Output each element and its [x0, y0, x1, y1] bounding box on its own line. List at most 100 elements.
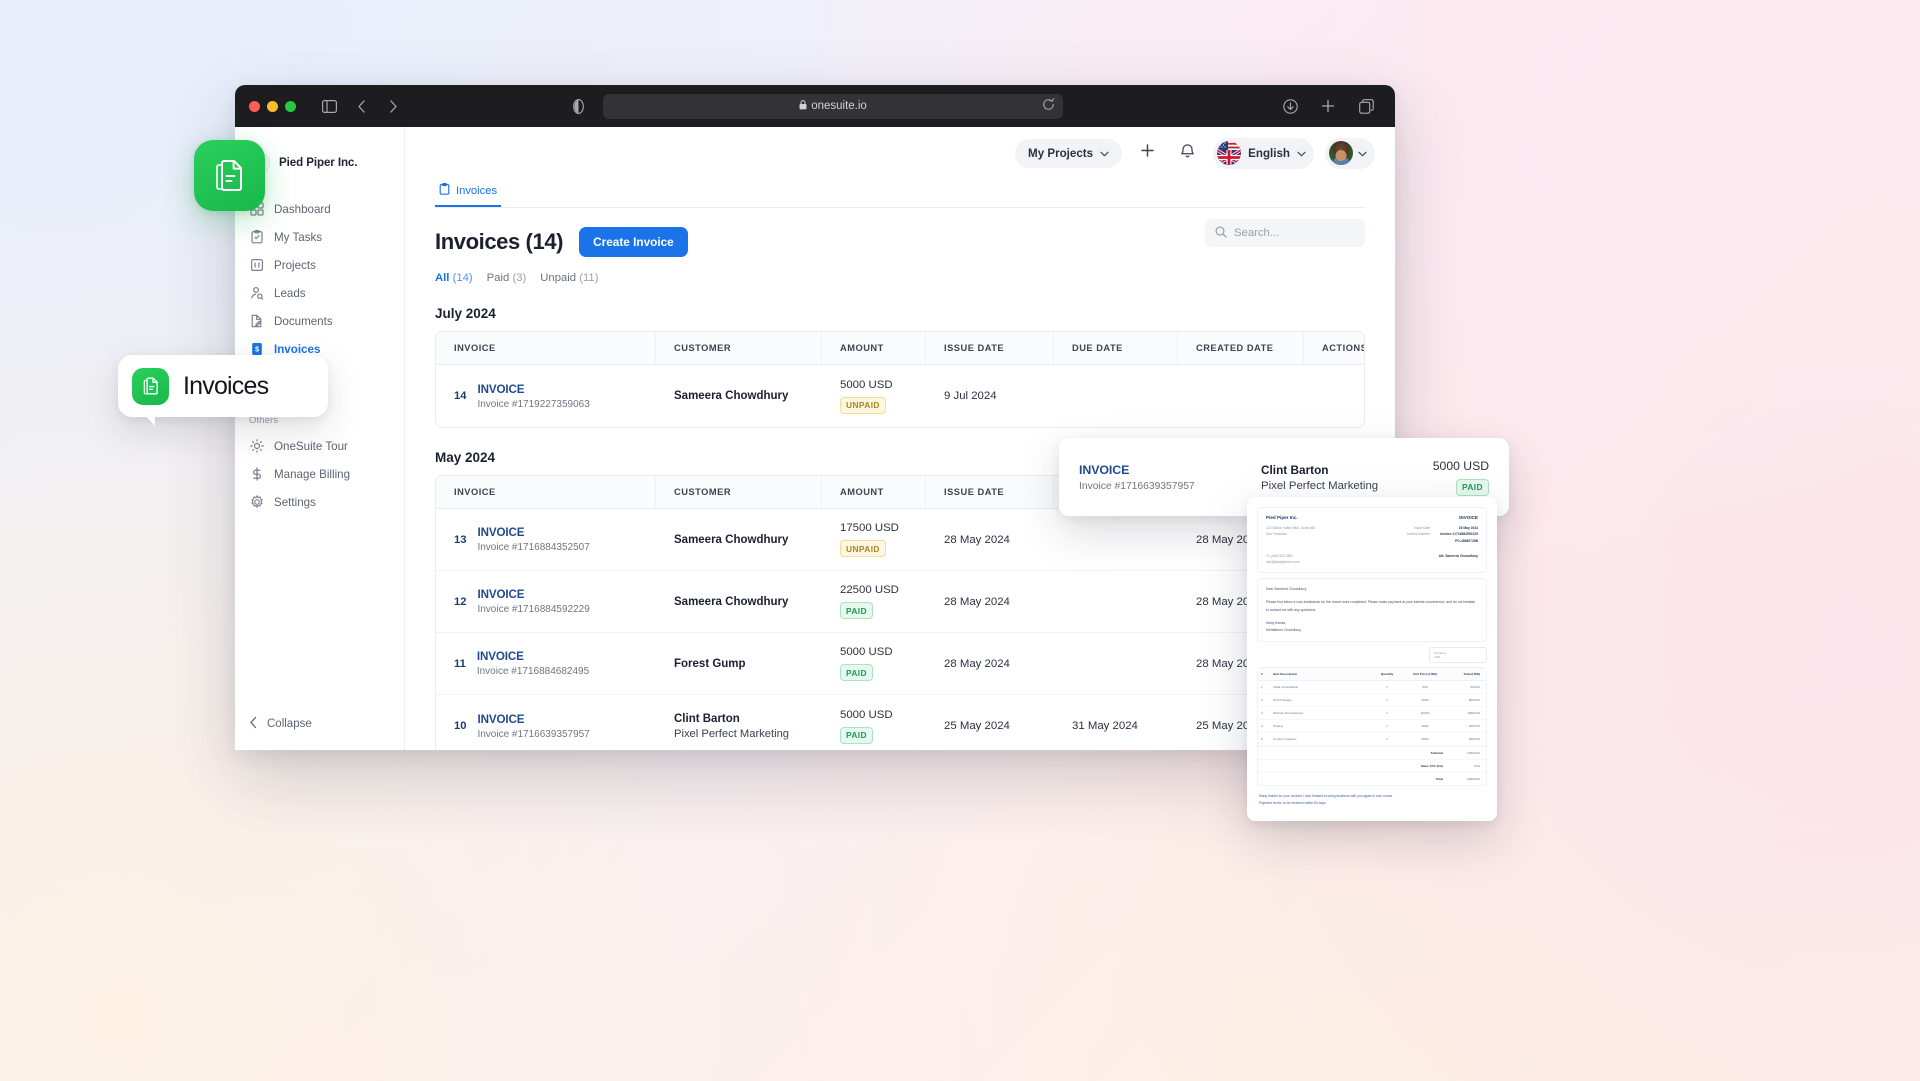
- group-title-july: July 2024: [435, 306, 496, 321]
- customer-company: Pixel Perfect Marketing: [674, 727, 790, 740]
- sidebar-item-onesuite-tour[interactable]: OneSuite Tour: [235, 432, 404, 460]
- sidebar-toggle-icon[interactable]: [318, 95, 340, 117]
- doc-address-line2: San Francisco: [1266, 532, 1288, 537]
- table-row[interactable]: 11 INVOICE Invoice #1716884682495 Forest…: [436, 633, 1364, 695]
- invoice-link[interactable]: INVOICE: [1079, 463, 1261, 477]
- minimize-window-button[interactable]: [267, 100, 278, 112]
- column-header-invoice[interactable]: INVOICE: [436, 476, 656, 508]
- issue-date: 28 May 2024: [944, 657, 1010, 670]
- plus-icon: [1140, 143, 1155, 163]
- search-input[interactable]: Search...: [1205, 219, 1365, 247]
- back-icon[interactable]: [350, 95, 372, 117]
- doc-total-row: Total 22500.00: [1258, 771, 1486, 785]
- privacy-shield-icon[interactable]: [567, 95, 589, 117]
- column-header-due-date[interactable]: DUE DATE: [1054, 332, 1178, 364]
- tab-overview-icon[interactable]: [1355, 95, 1377, 117]
- sidebar-item-leads[interactable]: Leads: [235, 279, 404, 307]
- sidebar-item-my-tasks[interactable]: My Tasks: [235, 223, 404, 251]
- invoice-id: Invoice #1716884592229: [477, 604, 590, 615]
- status-badge: PAID: [1456, 478, 1489, 496]
- invoice-link[interactable]: INVOICE: [477, 383, 589, 396]
- sidebar-item-label: Settings: [274, 495, 316, 509]
- table-row[interactable]: 12 INVOICE Invoice #1716884592229 Sameer…: [436, 571, 1364, 633]
- invoice-id: Invoice #1719227359063: [477, 398, 590, 410]
- doc-invoice-number-label: Invoice Number: [1406, 532, 1431, 537]
- new-tab-icon[interactable]: [1317, 95, 1339, 117]
- invoice-table-may: INVOICE CUSTOMER AMOUNT ISSUE DATE DUE D…: [435, 475, 1365, 750]
- invoice-id: Invoice #1716639357957: [477, 728, 590, 740]
- filter-paid[interactable]: Paid (3): [487, 272, 527, 284]
- doc-message-block: Dear Sameera Chowdhury, Please find belo…: [1257, 578, 1487, 642]
- invoice-link[interactable]: INVOICE: [477, 713, 589, 726]
- column-header-created-date[interactable]: CREATED DATE: [1178, 332, 1304, 364]
- invoice-id: Invoice #1716884352507: [477, 542, 590, 553]
- invoice-link[interactable]: INVOICE: [477, 588, 589, 601]
- forward-icon[interactable]: [382, 95, 404, 117]
- notifications-button[interactable]: [1173, 139, 1202, 168]
- doc-currency-select[interactable]: Currency USD: [1429, 646, 1487, 663]
- sidebar-item-settings[interactable]: Settings: [235, 488, 404, 516]
- invoice-document-preview[interactable]: Pied Piper Inc. 123 Silicon Valley Blvd,…: [1247, 497, 1497, 821]
- sidebar-item-manage-billing[interactable]: Manage Billing: [235, 460, 404, 488]
- filter-all[interactable]: All (14): [435, 272, 473, 284]
- bell-icon: [1180, 143, 1195, 164]
- column-header-issue-date[interactable]: ISSUE DATE: [926, 332, 1054, 364]
- column-header-customer[interactable]: CUSTOMER: [656, 476, 822, 508]
- filter-count: (11): [579, 272, 599, 284]
- add-button[interactable]: [1133, 139, 1162, 168]
- column-header-customer[interactable]: CUSTOMER: [656, 332, 822, 364]
- invoice-link[interactable]: INVOICE: [477, 650, 589, 663]
- table-row[interactable]: 13 INVOICE Invoice #1716884352507 Sameer…: [436, 509, 1364, 571]
- column-header-issue-date[interactable]: ISSUE DATE: [926, 476, 1054, 508]
- customer-name: Clint Barton: [1261, 462, 1329, 477]
- url-text: onesuite.io: [811, 100, 867, 112]
- tabstrip: Invoices: [435, 179, 1365, 208]
- window-traffic-lights[interactable]: [249, 100, 296, 112]
- customer-name: Clint Barton: [674, 712, 740, 725]
- doc-email: info@piedpiperinc.com: [1266, 560, 1300, 564]
- address-bar[interactable]: onesuite.io: [603, 93, 1063, 119]
- close-window-button[interactable]: [249, 100, 260, 112]
- svg-text:$: $: [254, 345, 258, 354]
- projects-icon: [249, 258, 264, 273]
- my-projects-label: My Projects: [1028, 146, 1094, 160]
- doc-tax-row: Sales TAX (0%) 0.00: [1258, 758, 1486, 772]
- filter-name: All: [435, 272, 450, 284]
- create-invoice-button[interactable]: Create Invoice: [579, 227, 688, 257]
- table-row[interactable]: 10 INVOICE Invoice #1716639357957 Clint …: [436, 695, 1364, 750]
- column-header-amount[interactable]: AMOUNT: [822, 476, 926, 508]
- user-menu[interactable]: [1325, 137, 1375, 169]
- sidebar-item-projects[interactable]: Projects: [235, 251, 404, 279]
- language-selector[interactable]: English: [1213, 137, 1314, 169]
- table-row[interactable]: 14 INVOICE Invoice #1719227359063 Sameer…: [436, 365, 1364, 427]
- sidebar-item-label: OneSuite Tour: [274, 439, 348, 453]
- filter-unpaid[interactable]: Unpaid (11): [540, 272, 598, 284]
- sidebar-item-label: Documents: [274, 314, 333, 328]
- doc-footer-line1: Many thanks for your custom! I look forw…: [1259, 793, 1394, 798]
- invoices-callout: Invoices: [118, 355, 328, 426]
- download-icon[interactable]: [1279, 95, 1301, 117]
- invoice-table-july: INVOICE CUSTOMER AMOUNT ISSUE DATE DUE D…: [435, 331, 1365, 428]
- documents-icon: [249, 314, 264, 329]
- topbar: My Projects English: [405, 127, 1395, 179]
- leads-icon: [249, 286, 264, 301]
- amount-value: 22500 USD: [840, 584, 899, 596]
- doc-col-unit-price: Unit Price (USD): [1413, 671, 1437, 676]
- org-name: Pied Piper Inc.: [279, 155, 358, 169]
- filter-name: Unpaid: [540, 272, 577, 284]
- invoice-link[interactable]: INVOICE: [477, 526, 589, 539]
- column-header-invoice[interactable]: INVOICE: [436, 332, 656, 364]
- tab-invoices[interactable]: Invoices: [435, 179, 502, 207]
- status-filters: All (14) Paid (3) Unpaid (11): [435, 272, 1365, 284]
- column-header-amount[interactable]: AMOUNT: [822, 332, 926, 364]
- dollar-icon: [249, 467, 264, 482]
- sidebar-item-label: My Tasks: [274, 230, 323, 244]
- sidebar-item-documents[interactable]: Documents: [235, 307, 404, 335]
- amount-value: 17500 USD: [840, 522, 899, 534]
- customer-name: Sameera Chowdhury: [674, 595, 789, 608]
- maximize-window-button[interactable]: [285, 100, 296, 112]
- invoice-number: 14: [454, 390, 467, 402]
- my-projects-dropdown[interactable]: My Projects: [1015, 138, 1123, 168]
- collapse-sidebar-button[interactable]: Collapse: [249, 716, 390, 732]
- reload-icon[interactable]: [1042, 98, 1055, 114]
